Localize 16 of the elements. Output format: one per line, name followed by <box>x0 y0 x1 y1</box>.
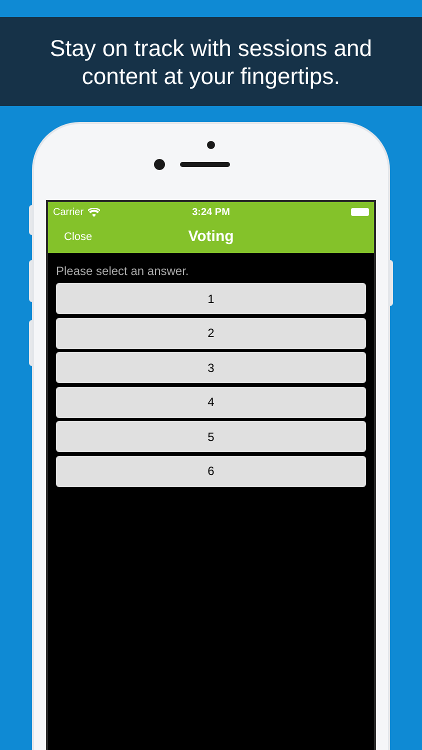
screen-title: Voting <box>188 227 234 248</box>
wifi-icon <box>88 208 100 216</box>
camera-icon <box>207 141 215 149</box>
sensor-icon <box>154 159 165 170</box>
speaker-icon <box>180 162 230 167</box>
answer-button[interactable]: 1 <box>56 283 366 314</box>
answer-button[interactable]: 3 <box>56 352 366 383</box>
answer-button[interactable]: 6 <box>56 456 366 486</box>
answer-button[interactable]: 5 <box>56 421 366 452</box>
answer-button[interactable]: 4 <box>56 386 366 418</box>
battery-icon <box>351 208 369 216</box>
headline: Stay on track with sessions and content at your fingertips. <box>48 34 374 90</box>
prompt-text: Please select an answer. <box>56 264 190 278</box>
carrier-label: Carrier <box>53 206 84 220</box>
answer-button[interactable]: 2 <box>56 318 366 348</box>
time-label: 3:24 PM <box>192 206 230 220</box>
